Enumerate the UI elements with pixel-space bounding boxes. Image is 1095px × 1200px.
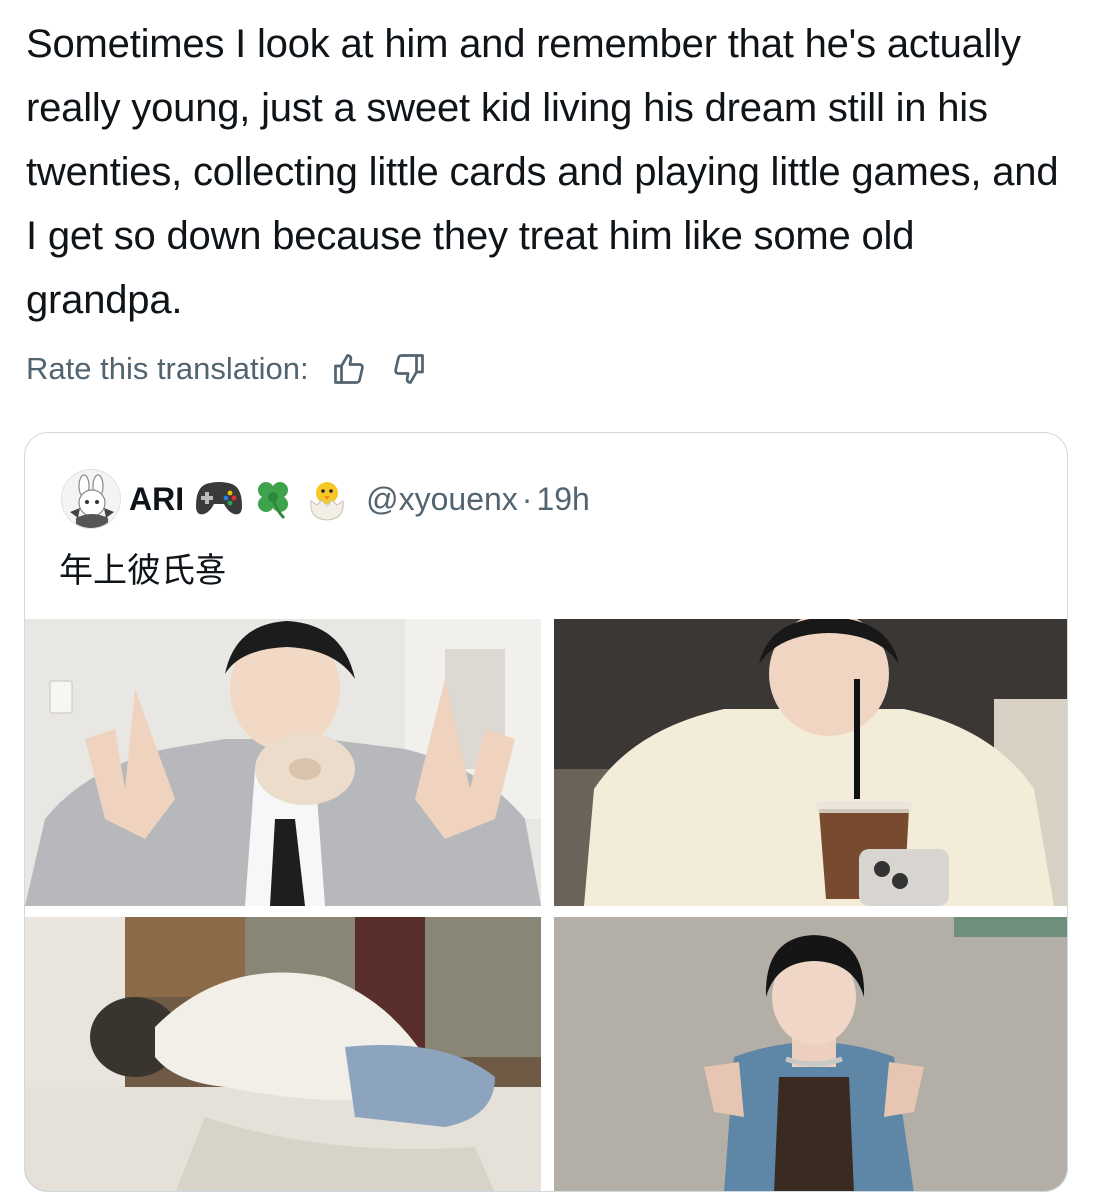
photo-denim-vest[interactable] — [554, 917, 1067, 1191]
display-name[interactable]: ARI — [129, 481, 184, 518]
thumbs-down-icon[interactable] — [389, 349, 429, 389]
rate-translation-label: Rate this translation: — [26, 351, 309, 386]
quoted-tweet-card[interactable]: ARI @xyouenx · 19h 年上彼氏횽 — [24, 432, 1068, 1192]
game-controller-icon — [194, 474, 244, 524]
post-time[interactable]: 19h — [536, 481, 589, 518]
user-handle[interactable]: @xyouenx — [366, 481, 518, 518]
photo-sleeping[interactable] — [25, 917, 541, 1191]
photo-iced-coffee[interactable] — [554, 619, 1067, 906]
quoted-tweet-header: ARI @xyouenx · 19h — [61, 469, 590, 529]
thumbs-up-icon[interactable] — [329, 349, 369, 389]
tweet-translated-text: Sometimes I look at him and remember tha… — [26, 22, 1059, 322]
rate-translation-row: Rate this translation: — [26, 346, 429, 392]
quoted-tweet-text: 年上彼氏횽 — [59, 551, 227, 591]
hatching-chick-icon — [302, 474, 352, 524]
four-leaf-clover-icon — [248, 474, 298, 524]
avatar[interactable] — [61, 469, 121, 529]
photo-v-sign-donut[interactable] — [25, 619, 541, 906]
separator-dot: · — [521, 480, 533, 517]
